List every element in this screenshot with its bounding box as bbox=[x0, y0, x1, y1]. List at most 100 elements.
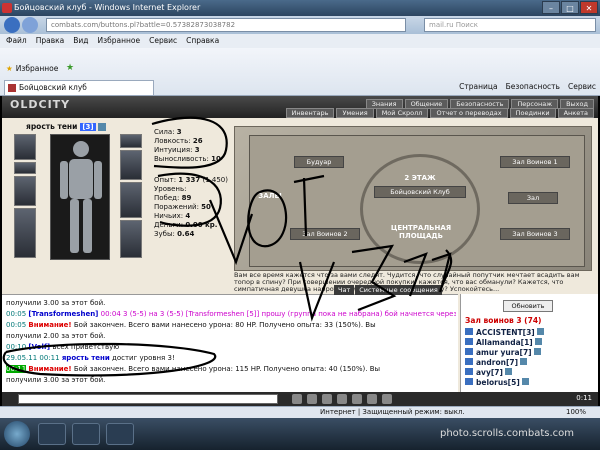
chat-message: 3.00 за этот бой. bbox=[43, 299, 106, 307]
user-name[interactable]: andron[7] bbox=[476, 358, 518, 367]
earring-slot[interactable] bbox=[120, 134, 142, 148]
info-icon[interactable] bbox=[97, 123, 106, 131]
zoom-level[interactable]: 100% bbox=[566, 407, 586, 418]
fight-club-button[interactable]: Бойцовский Клуб bbox=[374, 186, 466, 198]
chat-nick[interactable]: ярость тени bbox=[62, 354, 110, 362]
room-warriors-1[interactable]: Зал Воинов 1 bbox=[500, 156, 570, 168]
info-icon[interactable] bbox=[504, 368, 512, 375]
start-button[interactable] bbox=[4, 421, 30, 447]
address-bar: combats.com/buttons.pl?battle=0.57382873… bbox=[0, 16, 600, 34]
level-row: Уровень: bbox=[154, 185, 187, 193]
user-list-item[interactable]: andron[7] bbox=[465, 358, 528, 367]
central-square-label[interactable]: ЦЕНТРАЛЬНАЯ ПЛОЩАДЬ bbox=[376, 224, 466, 240]
pants-slot[interactable] bbox=[120, 220, 142, 258]
maximize-button[interactable]: □ bbox=[561, 1, 579, 14]
user-name[interactable]: ACCISTENT[3] bbox=[476, 328, 535, 337]
app-icon[interactable] bbox=[72, 423, 100, 445]
chat-message: Бой закончен. Всего вами нанесено урона:… bbox=[73, 365, 381, 373]
weapon-slot[interactable] bbox=[14, 176, 36, 206]
scroll-icon[interactable] bbox=[382, 394, 392, 404]
info-icon[interactable] bbox=[534, 338, 542, 345]
floor-label[interactable]: 2 ЭТАЖ bbox=[380, 174, 460, 182]
user-list-item[interactable]: belorus[5] bbox=[465, 378, 529, 387]
info-icon[interactable] bbox=[521, 378, 529, 385]
chat-time: 00:05 bbox=[6, 321, 27, 329]
chat-nick[interactable]: [Transformeshen] bbox=[28, 310, 98, 318]
teeth-row: Зубы: 0.64 bbox=[154, 230, 195, 238]
info-icon[interactable] bbox=[520, 358, 528, 365]
armor-slot[interactable] bbox=[14, 208, 36, 258]
user-icon bbox=[465, 338, 473, 345]
refresh-button[interactable]: Обновить bbox=[503, 300, 553, 312]
subnav-scroll[interactable]: Мой Скролл bbox=[375, 108, 429, 118]
favorites-button[interactable]: Избранное bbox=[6, 64, 59, 73]
chat-input[interactable] bbox=[18, 394, 278, 404]
back-icon[interactable] bbox=[4, 17, 20, 33]
losses-row: Поражений: 50 bbox=[154, 203, 211, 211]
search-input[interactable]: mail.ru Поиск bbox=[424, 18, 596, 32]
browser-tab[interactable]: Бойцовский клуб bbox=[4, 80, 154, 95]
smiley-icon[interactable] bbox=[292, 394, 302, 404]
user-name[interactable]: avy[7] bbox=[476, 368, 503, 377]
menu-favorites[interactable]: Избранное bbox=[98, 34, 141, 48]
add-favorite-icon[interactable]: ★ bbox=[66, 63, 74, 73]
clear-icon[interactable] bbox=[322, 394, 332, 404]
tools-menu[interactable]: Сервис bbox=[568, 82, 596, 91]
address-input[interactable]: combats.com/buttons.pl?battle=0.57382873… bbox=[46, 18, 406, 32]
ie-icon bbox=[2, 3, 12, 13]
chat-input-bar: 0:11 bbox=[2, 392, 598, 406]
room-warriors-3[interactable]: Зал Воинов 3 bbox=[500, 228, 570, 240]
security-menu[interactable]: Безопасность bbox=[506, 82, 560, 91]
people-icon[interactable] bbox=[352, 394, 362, 404]
sound-icon[interactable] bbox=[367, 394, 377, 404]
menu-edit[interactable]: Правка bbox=[36, 34, 65, 48]
menu-help[interactable]: Справка bbox=[186, 34, 219, 48]
chat-prefix: Внимание! bbox=[28, 365, 72, 373]
user-name[interactable]: belorus[5] bbox=[476, 378, 520, 387]
character-name: ярость тени [3] bbox=[26, 122, 106, 131]
helmet-slot[interactable] bbox=[14, 134, 36, 160]
subnav-skills[interactable]: Умения bbox=[336, 108, 374, 118]
room-boudoir[interactable]: Будуар bbox=[294, 156, 344, 168]
tab-chat[interactable]: Чат bbox=[334, 285, 355, 295]
users-sidebar: Обновить Зал воинов 3 (74) ACCISTENT[3] A… bbox=[460, 294, 598, 392]
settings-icon[interactable] bbox=[337, 394, 347, 404]
chat-nick[interactable]: [Volf] bbox=[28, 343, 50, 351]
user-list-item[interactable]: amur yura[7] bbox=[465, 348, 541, 357]
experience-row: Опыт: 1 337 (1 450) bbox=[154, 176, 228, 184]
close-button[interactable]: ✕ bbox=[580, 1, 598, 14]
character-figure bbox=[50, 134, 110, 260]
minimize-button[interactable]: – bbox=[542, 1, 560, 14]
skype-icon[interactable] bbox=[38, 423, 66, 445]
user-list-item[interactable]: Allamanda[1] bbox=[465, 338, 542, 347]
amulet-slot[interactable] bbox=[14, 162, 36, 174]
menu-file[interactable]: Файл bbox=[6, 34, 27, 48]
chat-time: 29.05.11 00:11 bbox=[6, 354, 60, 362]
subnav-inventory[interactable]: Инвентарь bbox=[285, 108, 335, 118]
page-menu[interactable]: Страница bbox=[459, 82, 497, 91]
filter-icon[interactable] bbox=[307, 394, 317, 404]
ie-taskbar-icon[interactable] bbox=[106, 423, 134, 445]
subnav-profile[interactable]: Анкета bbox=[557, 108, 594, 118]
user-list-item[interactable]: ACCISTENT[3] bbox=[465, 328, 544, 337]
subnav-fights[interactable]: Поединки bbox=[509, 108, 556, 118]
room-warriors-2[interactable]: Зал Воинов 2 bbox=[290, 228, 360, 240]
menu-tools[interactable]: Сервис bbox=[149, 34, 177, 48]
user-icon bbox=[465, 328, 473, 335]
chat-message: 2.00 за этот бой. bbox=[43, 332, 106, 340]
info-icon[interactable] bbox=[533, 348, 541, 355]
room-hall[interactable]: Зал bbox=[508, 192, 558, 204]
user-name[interactable]: Allamanda[1] bbox=[476, 338, 533, 347]
tab-system-messages[interactable]: Системные сообщения bbox=[355, 285, 442, 295]
game-logo: OLDCITY bbox=[10, 98, 71, 111]
chat-prefix: Внимание! bbox=[28, 321, 72, 329]
watermark: photo.scrolls.combats.com bbox=[440, 428, 575, 439]
info-icon[interactable] bbox=[536, 328, 544, 335]
menu-view[interactable]: Вид bbox=[73, 34, 88, 48]
user-name[interactable]: amur yura[7] bbox=[476, 348, 532, 357]
forward-icon[interactable] bbox=[22, 17, 38, 33]
gloves-slot[interactable] bbox=[120, 150, 142, 180]
shield-slot[interactable] bbox=[120, 182, 142, 218]
subnav-transfers[interactable]: Отчет о переводах bbox=[430, 108, 508, 118]
user-list-item[interactable]: avy[7] bbox=[465, 368, 512, 377]
